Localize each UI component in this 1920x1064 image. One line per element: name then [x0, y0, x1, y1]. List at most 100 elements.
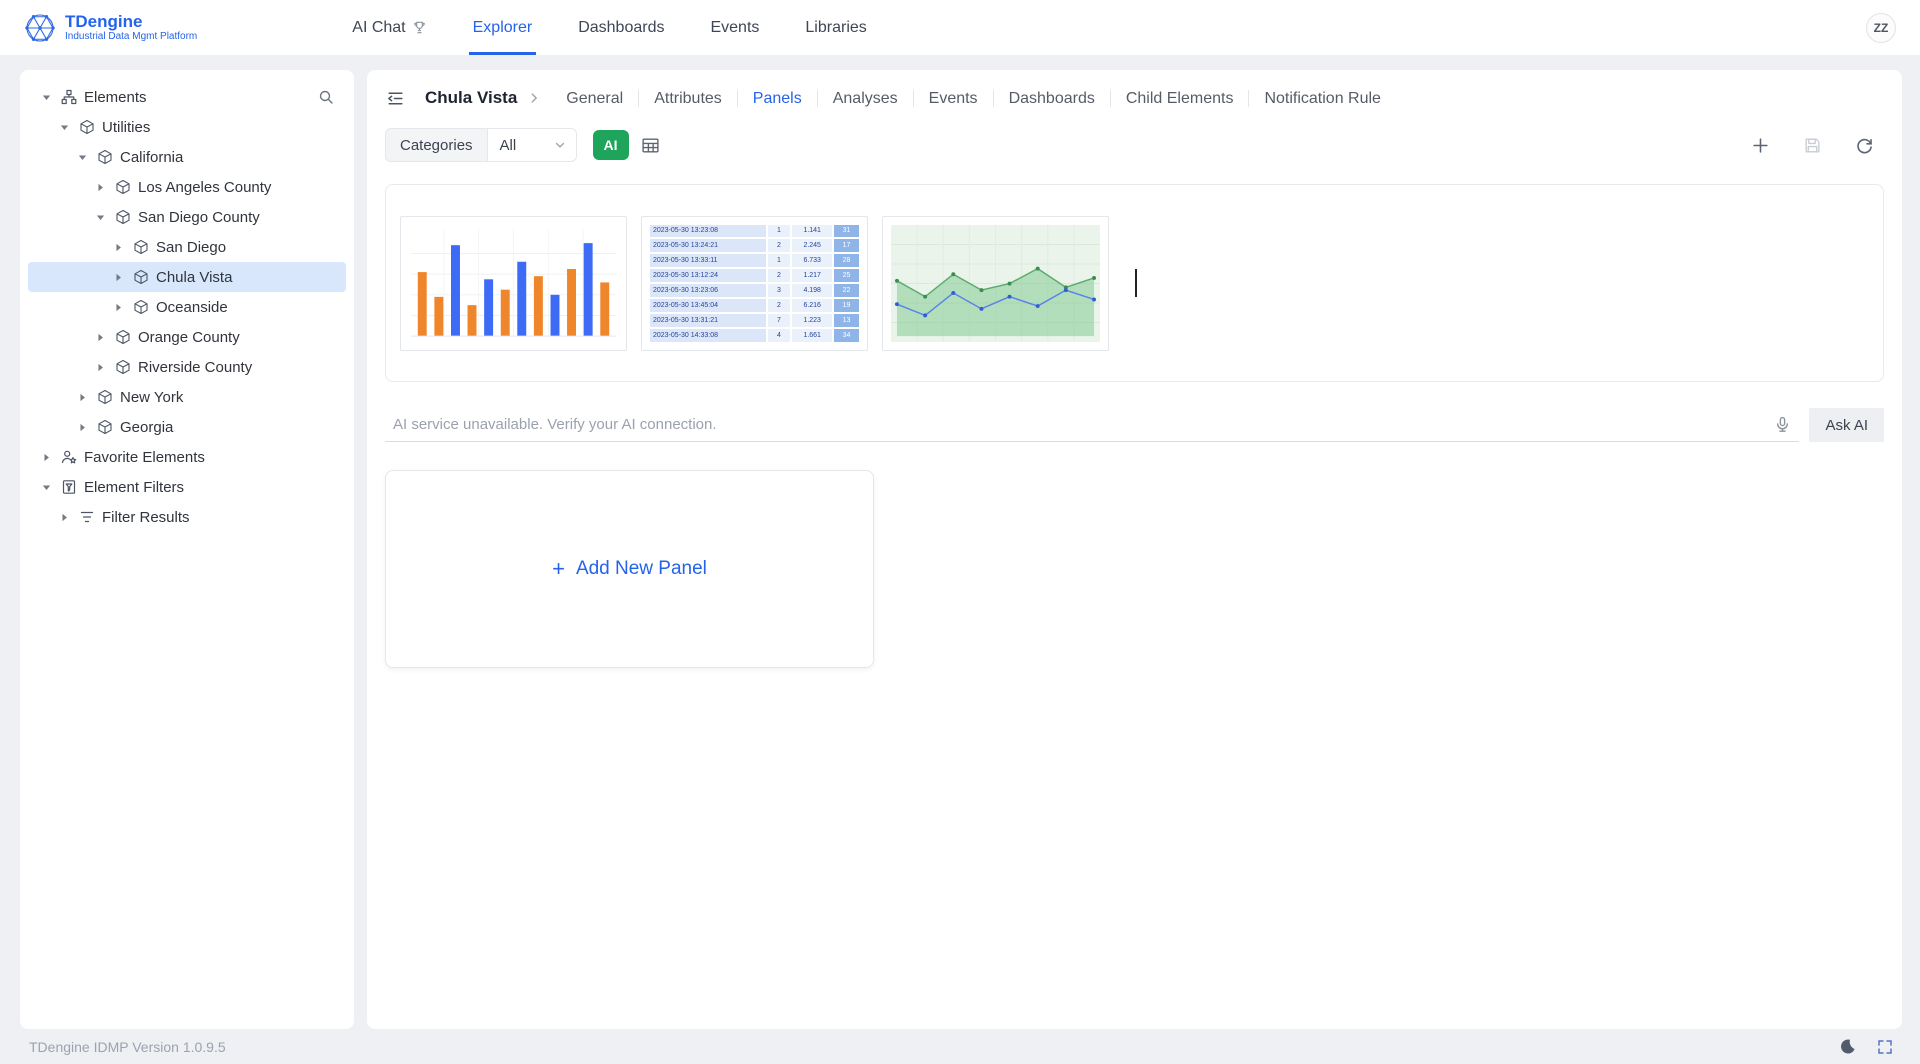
chevron-right-icon[interactable] [92, 181, 108, 194]
tab-panels[interactable]: Panels [737, 90, 817, 107]
table-preview-row: 2023-05-30 13:12:2421.21725 [650, 269, 859, 282]
chevron-down-icon[interactable] [92, 211, 108, 224]
cell-value: 1.217 [792, 269, 832, 282]
panel-thumbnail-table[interactable]: 2023-05-30 13:23:0811.141312023-05-30 13… [641, 216, 868, 351]
save-button[interactable] [1798, 131, 1826, 159]
tab-dashboards[interactable]: Dashboards [993, 90, 1110, 107]
categories-button[interactable]: Categories [385, 128, 487, 162]
page-title: Chula Vista [425, 88, 517, 108]
tree-item-los-angeles-county[interactable]: Los Angeles County [28, 172, 346, 202]
footer-icons [1836, 1036, 1896, 1058]
ai-input[interactable]: AI service unavailable. Verify your AI c… [385, 408, 1799, 442]
microphone-icon[interactable] [1774, 416, 1791, 433]
tree-item-san-diego-county[interactable]: San Diego County [28, 202, 346, 232]
top-header: TDengine Industrial Data Mgmt Platform A… [0, 0, 1920, 56]
cube-icon [115, 179, 131, 195]
tab-attributes[interactable]: Attributes [638, 90, 737, 107]
tree-item-riverside-county[interactable]: Riverside County [28, 352, 346, 382]
ai-view-button[interactable]: AI [593, 130, 629, 160]
tree-item-label: Filter Results [102, 509, 190, 526]
chevron-down-icon[interactable] [56, 121, 72, 134]
tree-item-utilities[interactable]: Utilities [28, 112, 346, 142]
chevron-right-icon[interactable] [74, 421, 90, 434]
tab-bar: GeneralAttributesPanelsAnalysesEventsDas… [551, 90, 1396, 107]
nav-label: Explorer [473, 19, 533, 37]
chevron-right-icon[interactable] [110, 301, 126, 314]
tree-item-label: San Diego County [138, 209, 260, 226]
cell-id: 1 [768, 225, 791, 238]
chevron-right-icon[interactable] [92, 361, 108, 374]
dark-mode-icon[interactable] [1836, 1036, 1858, 1058]
collapse-sidebar-button[interactable] [381, 84, 409, 112]
tree-item-filter-results[interactable]: Filter Results [28, 502, 346, 532]
brand-name: TDengine [65, 13, 197, 31]
chevron-down-icon[interactable] [38, 91, 54, 104]
chevron-right-icon[interactable] [110, 241, 126, 254]
cell-timestamp: 2023-05-30 13:24:21 [650, 239, 766, 252]
tree-item-label: Utilities [102, 119, 150, 136]
chevron-down-icon[interactable] [74, 151, 90, 164]
chevron-right-icon[interactable] [74, 391, 90, 404]
tree-item-favorite-elements[interactable]: Favorite Elements [28, 442, 346, 472]
cube-icon [115, 209, 131, 225]
chevron-right-icon[interactable] [92, 331, 108, 344]
tree-item-san-diego[interactable]: San Diego [28, 232, 346, 262]
nav-libraries[interactable]: Libraries [805, 0, 866, 55]
trophy-icon [412, 20, 427, 35]
category-filter-group: Categories All [385, 128, 577, 162]
main-nav: AI Chat Explorer Dashboards Events Libraries [352, 0, 867, 55]
tree-item-new-york[interactable]: New York [28, 382, 346, 412]
chevron-right-icon[interactable] [38, 451, 54, 464]
search-icon[interactable] [318, 89, 342, 105]
table-preview-row: 2023-05-30 13:23:0811.14131 [650, 225, 859, 238]
cell-timestamp: 2023-05-30 13:23:06 [650, 284, 766, 297]
table-preview: 2023-05-30 13:23:0811.141312023-05-30 13… [650, 225, 859, 342]
nav-ai-chat[interactable]: AI Chat [352, 0, 426, 55]
tree-item-chula-vista[interactable]: Chula Vista [28, 262, 346, 292]
tree-item-label: Riverside County [138, 359, 252, 376]
ask-ai-button[interactable]: Ask AI [1809, 408, 1884, 442]
tree-item-oceanside[interactable]: Oceanside [28, 292, 346, 322]
brand[interactable]: TDengine Industrial Data Mgmt Platform [24, 0, 197, 55]
refresh-button[interactable] [1850, 131, 1878, 159]
cell-metric: 13 [834, 314, 859, 327]
panel-thumbnail-area-chart[interactable] [882, 216, 1109, 351]
breadcrumb: Chula Vista GeneralAttributesPanelsAnaly… [367, 70, 1902, 116]
tree-item-label: Los Angeles County [138, 179, 271, 196]
tree-item-california[interactable]: California [28, 142, 346, 172]
chevron-right-icon[interactable] [110, 271, 126, 284]
tree-item-element-filters[interactable]: Element Filters [28, 472, 346, 502]
chevron-down-icon[interactable] [38, 481, 54, 494]
table-view-button[interactable] [637, 131, 665, 159]
category-select[interactable]: All [487, 128, 577, 162]
cell-timestamp: 2023-05-30 13:31:21 [650, 314, 766, 327]
cube-icon [115, 329, 131, 345]
nav-dashboards[interactable]: Dashboards [578, 0, 664, 55]
panel-thumbnail-bar-chart[interactable] [400, 216, 627, 351]
fullscreen-icon[interactable] [1874, 1036, 1896, 1058]
nav-events[interactable]: Events [710, 0, 759, 55]
tree-item-elements[interactable]: Elements [28, 82, 346, 112]
add-panel-button[interactable] [1746, 131, 1774, 159]
tab-analyses[interactable]: Analyses [817, 90, 913, 107]
cell-id: 2 [768, 239, 791, 252]
add-new-panel-card[interactable]: + Add New Panel [385, 470, 874, 668]
tab-general[interactable]: General [551, 90, 638, 107]
tab-notification-rule[interactable]: Notification Rule [1248, 90, 1396, 107]
text-cursor [1135, 269, 1137, 297]
nav-explorer[interactable]: Explorer [473, 0, 533, 55]
cell-metric: 17 [834, 239, 859, 252]
tree-item-label: Elements [84, 89, 147, 106]
cell-value: 4.198 [792, 284, 832, 297]
table-preview-row: 2023-05-30 13:24:2122.24517 [650, 239, 859, 252]
tab-child-elements[interactable]: Child Elements [1110, 90, 1249, 107]
ai-bar: AI service unavailable. Verify your AI c… [385, 408, 1884, 442]
avatar[interactable]: ZZ [1866, 13, 1896, 43]
chevron-right-icon[interactable] [56, 511, 72, 524]
tab-events[interactable]: Events [913, 90, 993, 107]
tdengine-logo-icon [24, 12, 56, 44]
tree-item-orange-county[interactable]: Orange County [28, 322, 346, 352]
tree-item-label: California [120, 149, 183, 166]
tree-item-georgia[interactable]: Georgia [28, 412, 346, 442]
toolbar: Categories All AI [367, 116, 1902, 172]
